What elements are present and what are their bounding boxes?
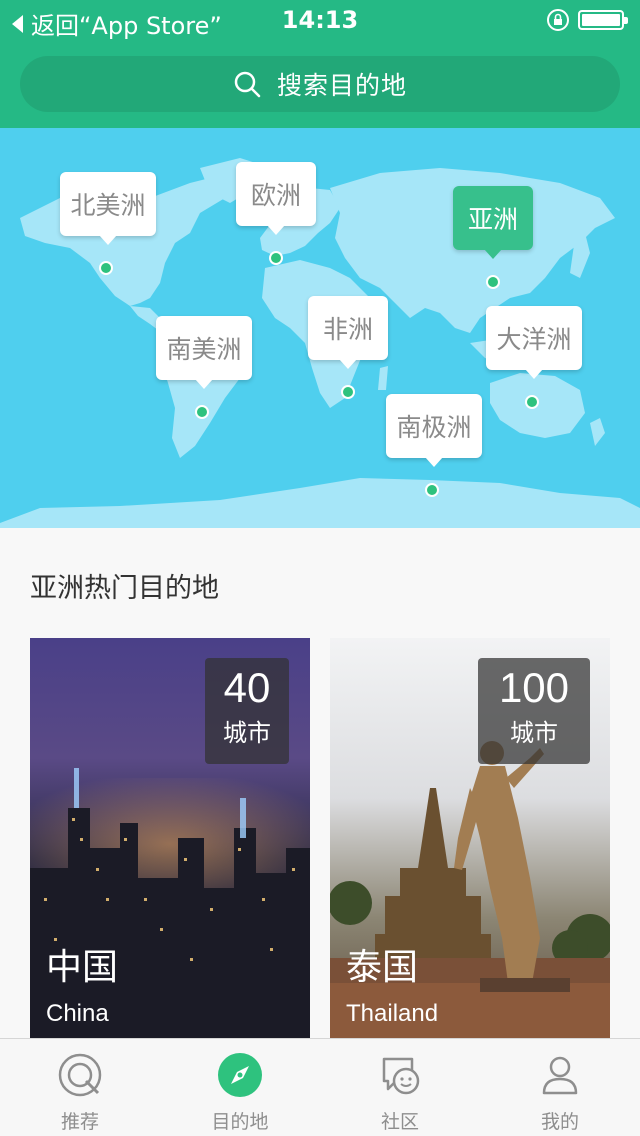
tab-bar: 推荐 目的地 社区 我的 [0,1038,640,1136]
status-bar: 返回“App Store” 14:13 [0,0,640,40]
region-label: 大洋洲 [496,325,572,354]
region-pin-oceania[interactable]: 大洋洲 [486,306,582,379]
city-count-badge: 100 城市 [478,658,590,764]
header: 返回“App Store” 14:13 搜索目的地 [0,0,640,128]
destination-card-thailand[interactable]: 100 城市 泰国 Thailand [330,638,610,1038]
compass-icon [218,1053,262,1097]
region-pin-europe[interactable]: 欧洲 [236,162,316,235]
region-label: 亚洲 [467,205,518,234]
region-pin-antarctica[interactable]: 南极洲 [386,394,482,467]
antarctica-dot[interactable] [425,483,439,497]
section-title: 亚洲热门目的地 [30,573,219,604]
region-label: 欧洲 [250,181,301,210]
destination-name-en: China [46,1000,109,1027]
south-america-dot[interactable] [195,405,209,419]
search-icon [234,71,261,98]
tab-community[interactable]: 社区 [320,1039,480,1136]
destination-name: 中国 [46,947,119,988]
tab-label: 社区 [380,1111,419,1133]
region-pin-asia[interactable]: 亚洲 [453,186,533,259]
battery-icon [578,10,628,30]
region-label: 南美洲 [166,335,242,364]
destination-name: 泰国 [346,947,419,988]
city-count-unit: 城市 [223,719,271,747]
tab-destination[interactable]: 目的地 [160,1039,320,1136]
region-pin-africa[interactable]: 非洲 [308,296,388,369]
tab-label: 目的地 [211,1111,269,1133]
city-count: 100 [498,664,570,711]
africa-dot[interactable] [341,385,355,399]
europe-dot[interactable] [269,251,283,265]
destination-name-en: Thailand [346,1000,439,1027]
world-map: 北美洲 欧洲 亚洲 南美洲 非洲 大洋洲 南极洲 [0,128,640,528]
tab-recommend[interactable]: 推荐 [0,1039,160,1136]
region-label: 北美洲 [70,191,146,220]
region-label: 非洲 [322,315,373,344]
city-count-unit: 城市 [510,719,558,747]
tab-me[interactable]: 我的 [480,1039,640,1136]
region-pin-south-america[interactable]: 南美洲 [156,316,252,389]
north-america-dot[interactable] [99,261,113,275]
clock: 14:13 [281,6,359,34]
recommend-icon [58,1053,102,1097]
city-count: 40 [223,664,271,711]
rotation-lock-icon [547,9,569,31]
city-count-badge: 40 城市 [205,658,289,764]
region-label: 南极洲 [396,413,472,442]
asia-dot[interactable] [486,275,500,289]
tab-label: 我的 [540,1111,579,1133]
tab-label: 推荐 [60,1111,99,1133]
destination-card-china[interactable]: 40 城市 中国 China [30,638,310,1038]
search-bar[interactable]: 搜索目的地 [20,56,620,112]
search-placeholder: 搜索目的地 [276,71,407,100]
user-icon [542,1056,578,1095]
oceania-dot[interactable] [525,395,539,409]
region-pin-north-america[interactable]: 北美洲 [60,172,156,245]
chat-icon [382,1057,420,1095]
